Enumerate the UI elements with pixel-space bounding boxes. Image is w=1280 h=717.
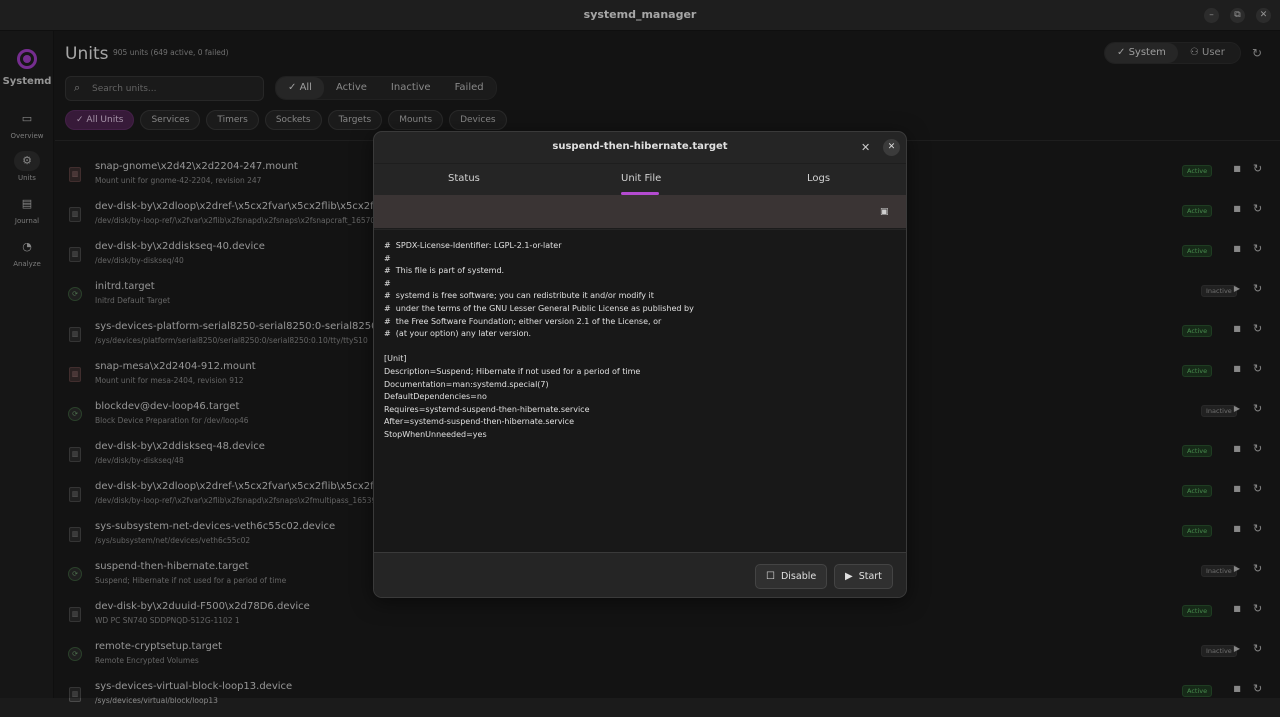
- file-line: Description=Suspend; Hibernate if not us…: [384, 366, 641, 376]
- close-icon[interactable]: ✕: [861, 141, 870, 154]
- save-icon[interactable]: ▣: [880, 207, 889, 217]
- unit-file-editor[interactable]: # SPDX-License-Identifier: LGPL-2.1-or-l…: [374, 230, 906, 552]
- file-line: Requires=systemd-suspend-then-hibernate.…: [384, 404, 590, 414]
- file-line: After=systemd-suspend-then-hibernate.ser…: [384, 417, 574, 427]
- unit-dialog: suspend-then-hibernate.target ✕ ✕ Status…: [373, 131, 907, 598]
- file-line: DefaultDependencies=no: [384, 392, 487, 402]
- start-button[interactable]: ▶ Start: [834, 564, 893, 589]
- dialog-tabs: Status Unit File Logs: [374, 163, 906, 195]
- start-label: Start: [858, 571, 882, 582]
- file-line: # SPDX-License-Identifier: LGPL-2.1-or-l…: [384, 241, 562, 250]
- tab-unit-file[interactable]: Unit File: [621, 173, 661, 184]
- tab-status[interactable]: Status: [448, 173, 480, 184]
- file-line: # This file is part of systemd.: [384, 266, 505, 276]
- checkbox-icon: ☐: [766, 571, 775, 582]
- file-line: [Unit]: [384, 354, 407, 364]
- file-line: Documentation=man:systemd.special(7): [384, 379, 549, 389]
- dialog-footer: ☐ Disable ▶ Start: [374, 552, 906, 597]
- file-line: #: [384, 278, 391, 288]
- play-icon: ▶: [845, 571, 853, 582]
- tab-logs[interactable]: Logs: [807, 173, 830, 184]
- disable-label: Disable: [780, 571, 817, 582]
- dialog-title: suspend-then-hibernate.target: [552, 141, 728, 152]
- file-toolbar: ▣: [374, 195, 906, 229]
- disable-button[interactable]: ☐ Disable: [755, 564, 828, 589]
- file-line: [384, 341, 898, 354]
- file-line: # systemd is free software; you can redi…: [384, 291, 654, 301]
- file-line: StopWhenUnneeded=yes: [384, 429, 487, 439]
- file-line: # (at your option) any later version.: [384, 329, 532, 339]
- dialog-close-button[interactable]: ✕: [883, 139, 900, 156]
- file-line: #: [384, 253, 391, 263]
- file-line: # under the terms of the GNU Lesser Gene…: [384, 303, 694, 313]
- file-line: # the Free Software Foundation; either v…: [384, 316, 662, 326]
